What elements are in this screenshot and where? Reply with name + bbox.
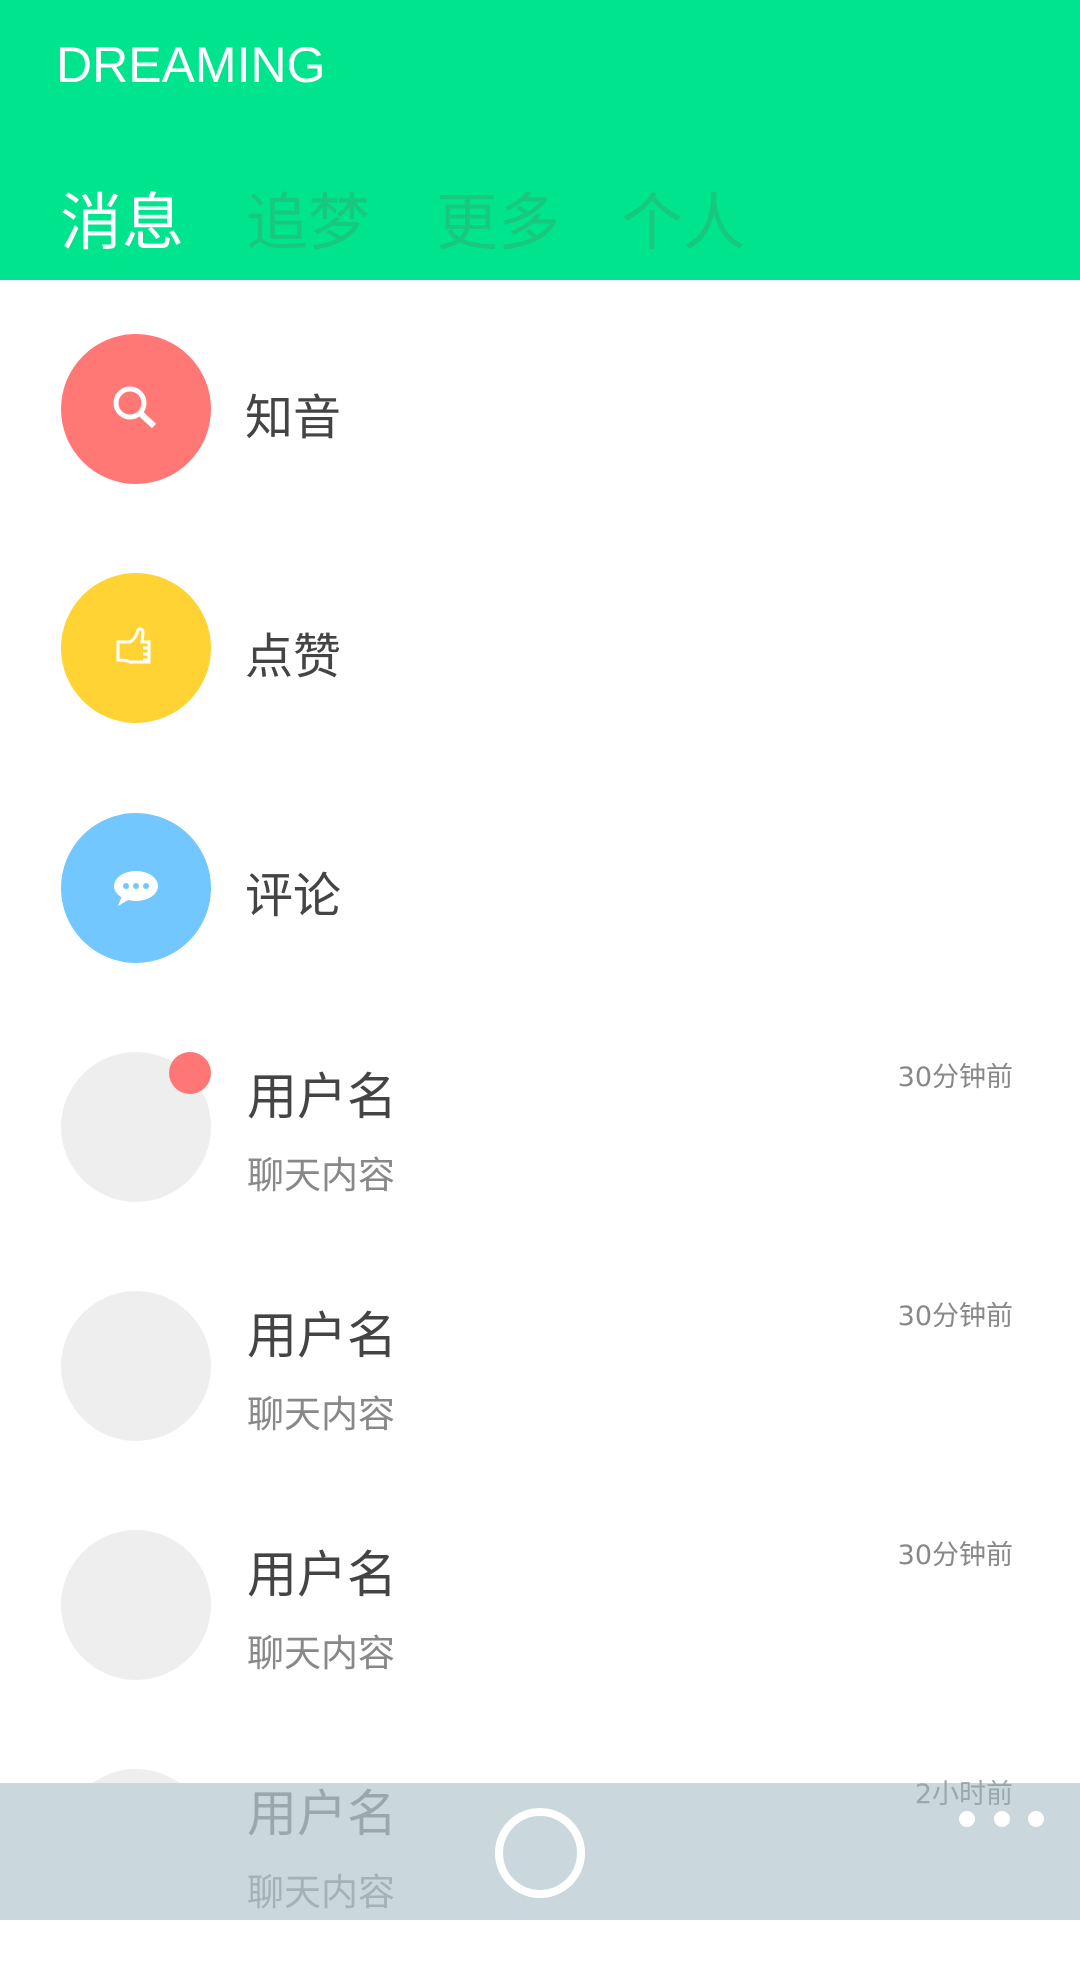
tab-messages[interactable]: 消息 bbox=[60, 172, 184, 262]
chat-item[interactable]: 用户名 聊天内容 30分钟前 bbox=[0, 1007, 1080, 1246]
unread-badge bbox=[169, 1052, 211, 1094]
chat-time: 30分钟前 bbox=[897, 1540, 1013, 1571]
home-button[interactable] bbox=[495, 1808, 585, 1898]
chat-time: 30分钟前 bbox=[897, 1062, 1013, 1093]
chat-username: 用户名 bbox=[247, 1546, 397, 1604]
chat-message: 聊天内容 bbox=[247, 1632, 395, 1675]
thumbs-up-icon bbox=[61, 573, 211, 723]
tab-dreams[interactable]: 追梦 bbox=[246, 172, 370, 262]
chat-message: 聊天内容 bbox=[247, 1154, 395, 1197]
chat-username: 用户名 bbox=[247, 1785, 397, 1843]
chat-time: 30分钟前 bbox=[897, 1301, 1013, 1332]
category-label: 知音 bbox=[245, 390, 342, 446]
avatar bbox=[61, 1291, 211, 1441]
category-likes[interactable]: 点赞 bbox=[0, 529, 1080, 768]
category-comments[interactable]: 评论 bbox=[0, 768, 1080, 1007]
chat-username: 用户名 bbox=[247, 1068, 397, 1126]
category-label: 评论 bbox=[245, 868, 342, 924]
app-title: DREAMING bbox=[56, 37, 326, 93]
dot-icon bbox=[994, 1811, 1010, 1827]
category-zhiyin[interactable]: 知音 bbox=[0, 290, 1080, 529]
chat-username: 用户名 bbox=[247, 1307, 397, 1365]
avatar bbox=[61, 1530, 211, 1680]
category-label: 点赞 bbox=[245, 629, 342, 685]
chat-message: 聊天内容 bbox=[247, 1871, 395, 1914]
search-icon bbox=[61, 334, 211, 484]
chat-item[interactable]: 用户名 聊天内容 30分钟前 bbox=[0, 1246, 1080, 1485]
dot-icon bbox=[959, 1811, 975, 1827]
chat-time: 2小时前 bbox=[914, 1779, 1013, 1810]
chat-message: 聊天内容 bbox=[247, 1393, 395, 1436]
chat-item[interactable]: 用户名 聊天内容 30分钟前 bbox=[0, 1485, 1080, 1724]
tab-more[interactable]: 更多 bbox=[436, 172, 560, 262]
dot-icon bbox=[1028, 1811, 1044, 1827]
app-header: DREAMING 消息 追梦 更多 个人 bbox=[0, 0, 1080, 280]
tab-profile[interactable]: 个人 bbox=[621, 172, 745, 262]
comment-icon bbox=[61, 813, 211, 963]
